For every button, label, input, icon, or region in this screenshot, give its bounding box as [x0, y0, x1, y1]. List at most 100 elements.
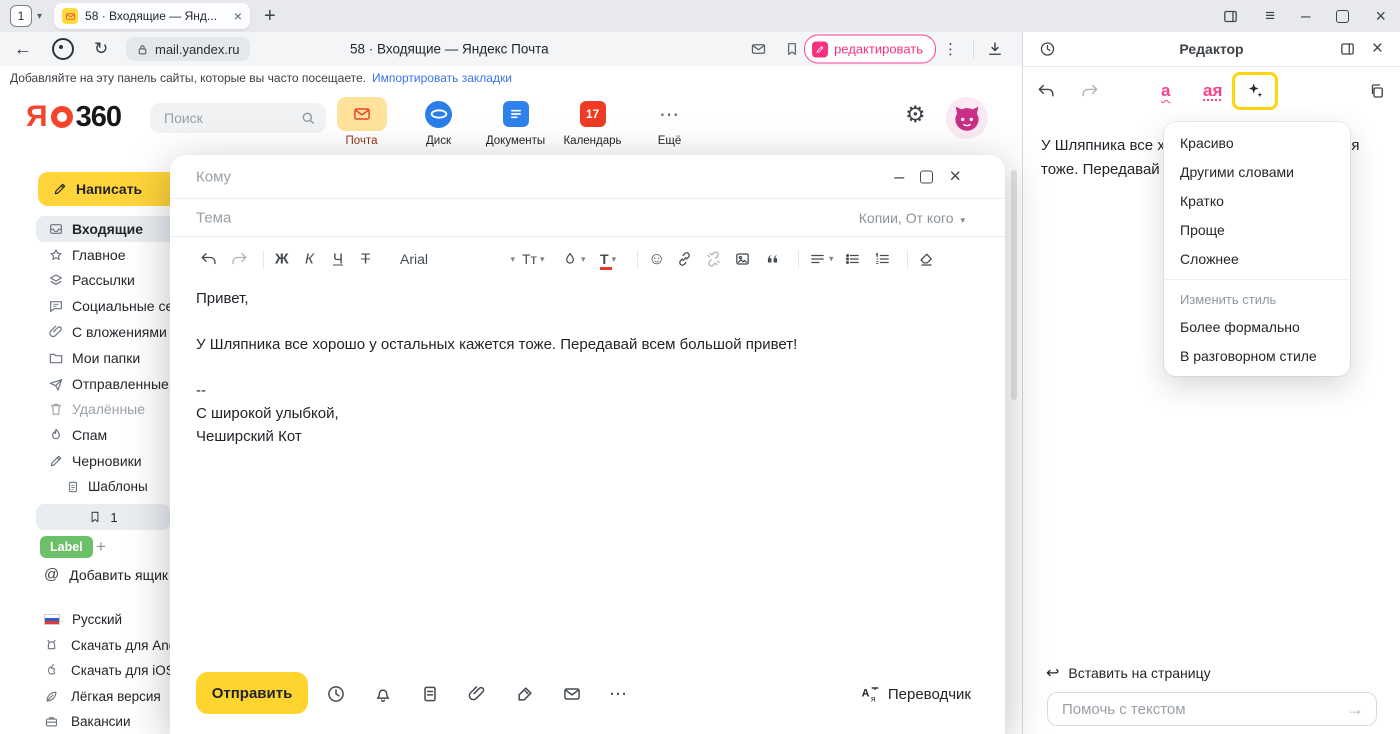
sidebar-item-inbox[interactable]: Входящие: [36, 216, 178, 242]
clear-formatting-button[interactable]: [918, 251, 935, 268]
sidebar-item-sent[interactable]: Отправленные: [0, 371, 180, 397]
panel-close-icon[interactable]: ×: [1372, 38, 1383, 60]
panel-redo-button[interactable]: [1080, 82, 1099, 101]
menu-item-simplify[interactable]: Проще: [1164, 215, 1350, 244]
compose-expand-icon[interactable]: [920, 170, 933, 183]
saved-bookmarks-row[interactable]: 1: [36, 504, 170, 530]
search-input[interactable]: [162, 109, 300, 127]
compose-button[interactable]: Написать: [38, 172, 188, 206]
menu-item-complexify[interactable]: Сложнее: [1164, 244, 1350, 273]
app-calendar[interactable]: 17 Календарь: [564, 96, 621, 147]
mail-search[interactable]: [150, 103, 326, 133]
sidebar-item-deleted[interactable]: Удалённые: [0, 397, 180, 423]
sidebar-item-social[interactable]: Социальные сети: [0, 293, 180, 319]
italic-button[interactable]: К: [305, 251, 314, 268]
align-button[interactable]: ▾: [809, 251, 834, 268]
compose-minimize-icon[interactable]: –: [894, 166, 904, 187]
close-window-button[interactable]: ×: [1375, 6, 1386, 27]
downloads-icon[interactable]: [986, 40, 1004, 58]
rephrase-icon[interactable]: ая: [1203, 81, 1222, 101]
spellcheck-icon[interactable]: a: [1161, 81, 1170, 101]
browser-tab[interactable]: 58 · Входящие — Янд... ×: [54, 3, 250, 29]
highlight-color-button[interactable]: ▾: [562, 251, 586, 267]
sidebar-item-spam[interactable]: Спам: [0, 422, 180, 448]
side-panel-icon[interactable]: [1222, 8, 1239, 25]
send-button[interactable]: Отправить: [196, 672, 308, 714]
insert-to-page-button[interactable]: ↩ Вставить на страницу: [1046, 663, 1211, 683]
more-options-icon[interactable]: ⋯: [609, 684, 627, 705]
menu-item-shorten[interactable]: Кратко: [1164, 186, 1350, 215]
bulleted-list-button[interactable]: [844, 251, 861, 268]
emoji-button[interactable]: ☺: [648, 249, 665, 269]
add-label-button[interactable]: +: [96, 536, 106, 558]
bookmark-icon[interactable]: [784, 41, 800, 57]
scrollbar-thumb[interactable]: [1011, 170, 1017, 400]
redo-button[interactable]: [230, 250, 248, 268]
panel-undo-button[interactable]: [1037, 82, 1056, 101]
url-chip[interactable]: mail.yandex.ru: [126, 37, 250, 61]
submit-arrow-icon[interactable]: →: [1346, 699, 1364, 720]
tab-group-chip[interactable]: 1 ▾: [10, 5, 42, 27]
sidebar-item-attachments[interactable]: С вложениями: [0, 319, 180, 345]
compose-close-icon[interactable]: ×: [949, 165, 961, 188]
app-disk[interactable]: Диск: [410, 96, 467, 147]
signature-pen-icon[interactable]: [515, 684, 535, 704]
underline-button[interactable]: Ч: [333, 251, 343, 268]
menu-item-conversational[interactable]: В разговорном стиле: [1164, 341, 1350, 370]
sidebar-item-templates[interactable]: Шаблоны: [0, 474, 180, 500]
undo-button[interactable]: [200, 250, 218, 268]
strikethrough-button[interactable]: Т: [361, 251, 370, 268]
menu-item-more-formal[interactable]: Более формально: [1164, 312, 1350, 341]
remove-link-button[interactable]: [705, 251, 722, 268]
app-documents[interactable]: Документы: [487, 96, 544, 147]
schedule-send-icon[interactable]: [326, 684, 346, 704]
compose-subject-row[interactable]: Тема Копии, От кого ▾: [170, 199, 1005, 237]
bold-button[interactable]: Ж: [275, 251, 289, 268]
app-mail[interactable]: Почта: [333, 96, 390, 147]
sidebar-item-drafts[interactable]: Черновики: [0, 448, 180, 474]
translator-button[interactable]: Переводчик: [860, 684, 971, 704]
compose-to-row[interactable]: Кому – ×: [170, 155, 1005, 199]
numbered-list-button[interactable]: [874, 251, 891, 268]
restore-window-button[interactable]: [1336, 10, 1349, 23]
menu-icon[interactable]: ≡: [1265, 6, 1275, 26]
yandex-360-logo[interactable]: Я 360: [26, 102, 121, 132]
sidebar-item-main[interactable]: Главное: [0, 242, 180, 268]
add-mailbox-button[interactable]: @ Добавить ящик: [44, 566, 168, 583]
attach-mail-icon[interactable]: [562, 684, 582, 704]
envelope-icon[interactable]: [750, 41, 767, 58]
reminder-bell-icon[interactable]: [373, 684, 393, 704]
font-family-select[interactable]: Arial▾: [400, 251, 515, 267]
edit-page-button[interactable]: редактировать: [804, 35, 936, 64]
alice-assistant-icon[interactable]: [52, 38, 74, 60]
menu-item-rephrase[interactable]: Другими словами: [1164, 157, 1350, 186]
quote-button[interactable]: [764, 251, 781, 268]
new-tab-button[interactable]: +: [264, 6, 276, 26]
import-bookmarks-link[interactable]: Импортировать закладки: [372, 71, 512, 85]
settings-gear-icon[interactable]: ⚙: [905, 103, 926, 126]
user-avatar[interactable]: [946, 97, 988, 139]
tab-close-icon[interactable]: ×: [234, 8, 242, 24]
sparkles-icon[interactable]: [1245, 81, 1265, 101]
insert-link-button[interactable]: [676, 251, 693, 268]
font-size-select[interactable]: Тт▾: [522, 251, 545, 267]
label-tag[interactable]: Label: [40, 536, 93, 558]
text-color-button[interactable]: Т▾: [600, 251, 616, 267]
notes-icon[interactable]: [420, 684, 440, 704]
back-icon[interactable]: ←: [14, 39, 32, 60]
minimize-window-button[interactable]: –: [1301, 6, 1310, 26]
kebab-menu-icon[interactable]: ⋮: [943, 40, 958, 58]
sidebar-item-my-folders[interactable]: Мои папки: [0, 345, 180, 371]
ai-prompt-box[interactable]: →: [1047, 692, 1377, 726]
ai-prompt-input[interactable]: [1060, 700, 1340, 719]
sidebar-item-newsletters[interactable]: Рассылки: [0, 268, 180, 294]
copy-icon[interactable]: [1368, 82, 1386, 100]
refresh-icon[interactable]: ↻: [94, 39, 108, 59]
menu-item-beautify[interactable]: Красиво: [1164, 128, 1350, 157]
app-more[interactable]: ⋯ Ещё: [641, 96, 698, 147]
open-in-window-icon[interactable]: [1339, 41, 1356, 58]
cc-from-toggle[interactable]: Копии, От кого ▾: [859, 210, 965, 226]
attach-file-icon[interactable]: [467, 684, 487, 704]
insert-image-button[interactable]: [734, 251, 751, 268]
message-body[interactable]: Привет, У Шляпника все хорошо у остальны…: [196, 287, 956, 448]
